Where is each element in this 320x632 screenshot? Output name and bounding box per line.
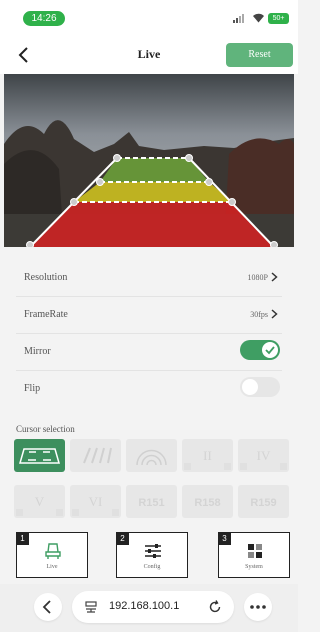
flip-row: Flip: [0, 371, 298, 407]
cursor-tile-ii[interactable]: II: [182, 439, 233, 472]
camera-live-view[interactable]: [4, 74, 294, 247]
signal-icon: [233, 14, 247, 23]
tile-right-badge: [224, 463, 231, 470]
lane-guide-icon: [19, 448, 60, 464]
toggle-knob: [242, 379, 258, 395]
tile-label: IV: [256, 448, 271, 463]
cursor-tile-r151[interactable]: R151: [126, 485, 177, 518]
browser-more-button[interactable]: [244, 593, 272, 621]
cursor-tile-r159[interactable]: R159: [238, 485, 289, 518]
tab-config[interactable]: 2 Config: [116, 532, 188, 578]
tile-left-badge: [16, 509, 23, 516]
tile-label: R158: [194, 497, 221, 509]
url-bar[interactable]: 192.168.100.1: [72, 591, 234, 623]
cursor-tile-r158[interactable]: R158: [182, 485, 233, 518]
tile-right-badge: [112, 509, 119, 516]
browser-toolbar: 192.168.100.1: [0, 584, 298, 632]
tile-left-badge: [184, 463, 191, 470]
resolution-row[interactable]: Resolution 1080P: [0, 260, 298, 296]
tab-system[interactable]: 3 System: [218, 532, 290, 578]
tab-number: 1: [16, 532, 29, 545]
flip-toggle[interactable]: [240, 377, 280, 397]
chevron-right-icon: [271, 272, 278, 282]
grid-icon: [248, 544, 262, 558]
mirror-label: Mirror: [24, 346, 51, 357]
tab-number: 3: [218, 532, 231, 545]
car-seat-icon: [45, 543, 61, 559]
tile-label: II: [203, 448, 212, 463]
sliders-icon: [145, 544, 161, 558]
framerate-label: FrameRate: [24, 309, 68, 320]
tile-label: VI: [88, 494, 103, 509]
url-text: 192.168.100.1: [109, 600, 180, 612]
tab-number: 2: [116, 532, 129, 545]
cursor-selection-label: Cursor selection: [16, 424, 75, 434]
reload-icon[interactable]: [207, 599, 223, 615]
parallel-lines-icon: [83, 447, 112, 464]
tile-left-badge: [72, 509, 79, 516]
status-time: 14:26: [23, 11, 65, 26]
bottom-tab-bar: 1 Live 2 Config 3 System: [0, 528, 298, 584]
tab-label: Live: [46, 564, 58, 570]
chevron-right-icon: [271, 309, 278, 319]
cursor-tile-lane[interactable]: [14, 439, 65, 472]
tile-left-badge: [240, 463, 247, 470]
status-bar: 14:26 50+: [0, 0, 298, 36]
browser-back-button[interactable]: [34, 593, 62, 621]
tile-right-badge: [56, 509, 63, 516]
tab-live[interactable]: 1 Live: [16, 532, 88, 578]
mirror-row: Mirror: [0, 334, 298, 370]
tile-label: V: [34, 494, 45, 509]
toggle-knob: [262, 342, 278, 358]
tile-right-badge: [280, 463, 287, 470]
arc-guide-icon: [136, 449, 167, 466]
framerate-value: 30fps: [250, 310, 268, 319]
chevron-left-icon: [42, 600, 51, 614]
cursor-tile-v[interactable]: V: [14, 485, 65, 518]
reset-button[interactable]: Reset: [226, 43, 293, 67]
cursor-tile-arc[interactable]: [126, 439, 177, 472]
tile-label: R159: [250, 497, 277, 509]
cursor-tile-iv[interactable]: IV: [238, 439, 289, 472]
cursor-tile-parallel[interactable]: [70, 439, 121, 472]
page-icon: [85, 601, 97, 613]
flip-label: Flip: [24, 383, 41, 394]
mirror-toggle[interactable]: [240, 340, 280, 360]
tile-label: R151: [138, 497, 165, 509]
nav-bar: Live Reset: [0, 36, 298, 74]
resolution-label: Resolution: [24, 272, 68, 283]
check-icon: [265, 346, 275, 355]
wifi-icon: [253, 13, 264, 23]
resolution-value: 1080P: [247, 273, 268, 282]
tab-label: Config: [143, 564, 161, 570]
battery-icon: 50+: [268, 13, 289, 24]
tab-label: System: [245, 564, 263, 570]
more-icon: [250, 605, 266, 609]
cursor-tile-vi[interactable]: VI: [70, 485, 121, 518]
framerate-row[interactable]: FrameRate 30fps: [0, 297, 298, 333]
